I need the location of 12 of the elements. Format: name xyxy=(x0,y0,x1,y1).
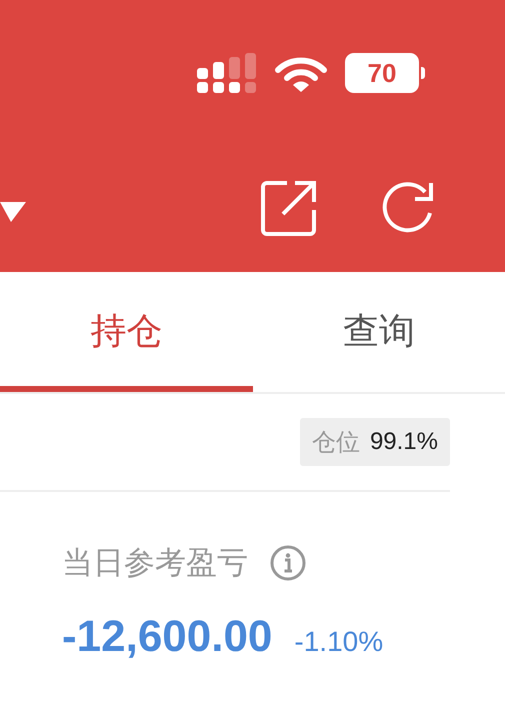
pnl-label: 当日参考盈亏 xyxy=(62,544,248,583)
share-icon[interactable] xyxy=(261,180,317,236)
position-value: 99.1% xyxy=(370,428,438,456)
tab[interactable]: 持仓 xyxy=(0,272,252,392)
info-icon[interactable] xyxy=(270,545,306,581)
pnl-value: -12,600.00 xyxy=(62,612,272,662)
position-label: 仓位 xyxy=(312,427,360,458)
signal-icon xyxy=(197,53,257,93)
pnl-percent: -1.10% xyxy=(294,626,384,658)
caret-icon[interactable] xyxy=(0,200,26,222)
battery-level: 70 xyxy=(345,53,419,93)
tab[interactable]: 查询 xyxy=(252,272,505,392)
